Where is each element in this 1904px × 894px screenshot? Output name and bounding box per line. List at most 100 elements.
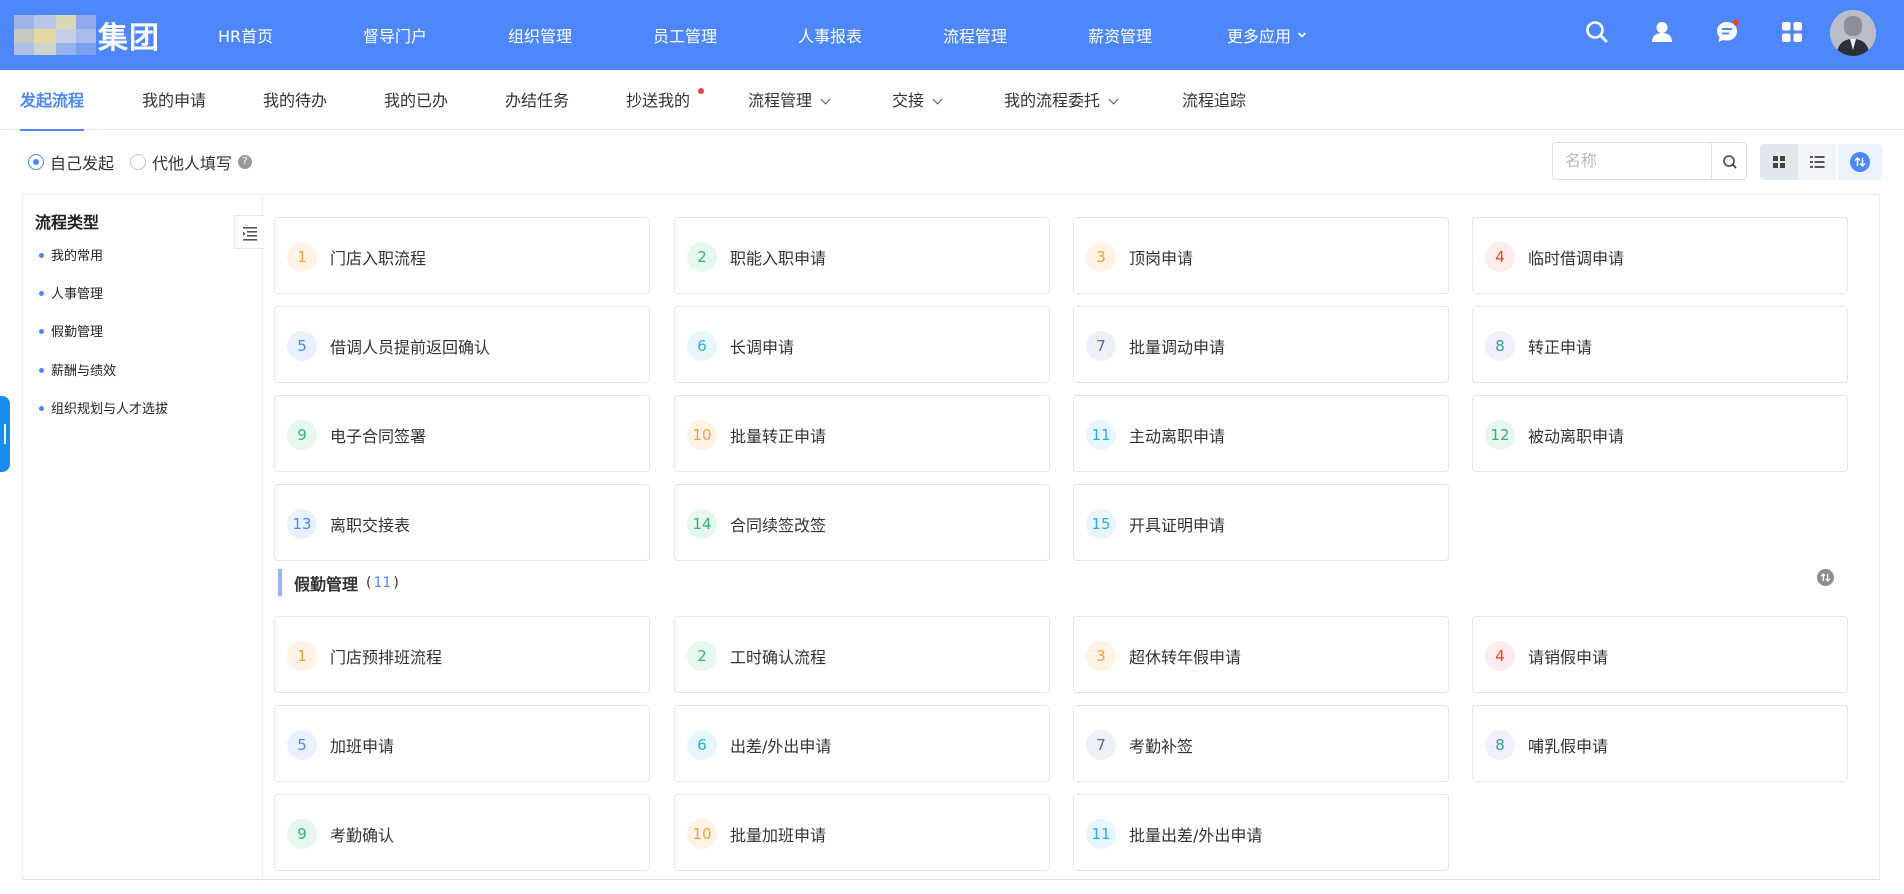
help-icon[interactable]: ?: [238, 155, 253, 169]
sidebar-item-label: 组织规划与人才选拔: [51, 402, 169, 417]
sort-button[interactable]: [1838, 144, 1882, 180]
process-card[interactable]: 3 顶岗申请: [1073, 217, 1449, 294]
list-view-button[interactable]: [1798, 144, 1836, 180]
sort-icon: [1850, 152, 1870, 172]
sidebar-item-hr[interactable]: 人事管理: [39, 283, 103, 302]
search-icon[interactable]: [1584, 19, 1610, 45]
nav-employee-management[interactable]: 员工管理: [653, 0, 798, 70]
card-number: 10: [687, 420, 717, 450]
process-card[interactable]: 8 转正申请: [1472, 306, 1848, 383]
initiator-radio-group: 自己发起 代他人填写 ?: [28, 150, 253, 174]
chevron-down-icon: [820, 94, 831, 105]
card-number: 10: [687, 819, 717, 849]
search-icon: [1723, 155, 1737, 169]
nav-hr-reports[interactable]: 人事报表: [798, 0, 943, 70]
tab-process-tracking[interactable]: 流程追踪: [1182, 70, 1246, 130]
top-navbar: 集团 HR首页 督导门户 组织管理 员工管理 人事报表 流程管理 薪资管理 更多…: [0, 0, 1904, 70]
tab-label: 我的待办: [263, 91, 328, 110]
tab-cc-to-me[interactable]: 抄送我的: [626, 70, 704, 130]
process-card[interactable]: 7 考勤补签: [1073, 705, 1449, 782]
card-number: 2: [687, 242, 717, 272]
avatar[interactable]: [1830, 10, 1876, 56]
card-label: 门店预排班流程: [330, 648, 443, 667]
card-label: 电子合同签署: [330, 427, 427, 446]
sidebar-item-favorites[interactable]: 我的常用: [39, 245, 103, 264]
process-card[interactable]: 15 开具证明申请: [1073, 484, 1449, 561]
card-label: 借调人员提前返回确认: [330, 338, 491, 357]
process-card[interactable]: 5 借调人员提前返回确认: [274, 306, 650, 383]
process-card[interactable]: 10 批量转正申请: [674, 395, 1050, 472]
card-label: 离职交接表: [330, 516, 411, 535]
process-card[interactable]: 1 门店入职流程: [274, 217, 650, 294]
tab-process-management[interactable]: 流程管理: [748, 70, 831, 130]
tab-label: 流程追踪: [1182, 91, 1247, 110]
card-label: 出差/外出申请: [730, 737, 832, 756]
process-card[interactable]: 1 门店预排班流程: [274, 616, 650, 693]
card-label: 被动离职申请: [1528, 427, 1625, 446]
tab-start-process[interactable]: 发起流程: [20, 70, 85, 131]
process-card[interactable]: 2 工时确认流程: [674, 616, 1050, 693]
card-number: 15: [1086, 509, 1116, 539]
process-card[interactable]: 2 职能入职申请: [674, 217, 1050, 294]
search-input[interactable]: 名称: [1552, 142, 1712, 180]
tab-my-done[interactable]: 我的已办: [384, 70, 448, 130]
nav-supervisor-portal[interactable]: 督导门户: [363, 0, 508, 70]
sidebar-item-compensation[interactable]: 薪酬与绩效: [39, 360, 116, 379]
radio-proxy[interactable]: [130, 154, 147, 170]
chat-icon[interactable]: [1714, 19, 1740, 45]
process-card[interactable]: 6 长调申请: [674, 306, 1050, 383]
card-label: 临时借调申请: [1528, 249, 1625, 268]
chevron-down-icon: [932, 94, 943, 105]
nav-process-management[interactable]: 流程管理: [943, 0, 1088, 70]
nav-org-management[interactable]: 组织管理: [508, 0, 653, 70]
chevron-down-icon: [1108, 94, 1119, 105]
card-number: 3: [1086, 242, 1116, 272]
section-accent-bar: [278, 569, 282, 596]
tab-my-applications[interactable]: 我的申请: [142, 70, 206, 130]
tab-my-todo[interactable]: 我的待办: [263, 70, 327, 130]
process-card[interactable]: 6 出差/外出申请: [674, 705, 1050, 782]
card-number: 2: [687, 641, 717, 671]
tab-my-delegations[interactable]: 我的流程委托: [1004, 70, 1119, 130]
sidebar-item-label: 薪酬与绩效: [51, 364, 117, 379]
company-logo[interactable]: 集团: [14, 15, 160, 56]
process-card[interactable]: 10 批量加班申请: [674, 794, 1050, 871]
card-label: 主动离职申请: [1129, 427, 1226, 446]
sidebar-collapse-button[interactable]: [234, 215, 264, 249]
card-number: 7: [1086, 331, 1116, 361]
nav-payroll-management[interactable]: 薪资管理: [1088, 0, 1227, 70]
side-drawer-handle[interactable]: [0, 396, 10, 472]
nav-more-apps[interactable]: 更多应用: [1227, 0, 1327, 70]
process-card[interactable]: 3 超休转年假申请: [1073, 616, 1449, 693]
main-nav: HR首页 督导门户 组织管理 员工管理 人事报表 流程管理 薪资管理 更多应用: [218, 0, 1327, 70]
tab-handover[interactable]: 交接: [892, 70, 943, 130]
collapse-menu-icon: [243, 227, 257, 241]
process-card[interactable]: 4 临时借调申请: [1472, 217, 1848, 294]
search-button[interactable]: [1711, 142, 1747, 180]
process-card[interactable]: 12 被动离职申请: [1472, 395, 1848, 472]
sidebar-item-org-talent[interactable]: 组织规划与人才选拔: [39, 398, 168, 417]
process-card[interactable]: 9 电子合同签署: [274, 395, 650, 472]
process-card[interactable]: 7 批量调动申请: [1073, 306, 1449, 383]
nav-label: 督导门户: [363, 27, 428, 46]
process-card[interactable]: 5 加班申请: [274, 705, 650, 782]
process-card[interactable]: 13 离职交接表: [274, 484, 650, 561]
process-card[interactable]: 8 哺乳假申请: [1472, 705, 1848, 782]
apps-icon[interactable]: [1779, 19, 1805, 45]
user-icon[interactable]: [1649, 19, 1675, 45]
section-sort-icon[interactable]: [1817, 569, 1834, 586]
process-card[interactable]: 4 请销假申请: [1472, 616, 1848, 693]
process-card[interactable]: 14 合同续签改签: [674, 484, 1050, 561]
nav-label: 员工管理: [653, 27, 718, 46]
sidebar-item-attendance[interactable]: 假勤管理: [39, 321, 103, 340]
grid-view-button[interactable]: [1760, 144, 1798, 180]
process-card[interactable]: 11 批量出差/外出申请: [1073, 794, 1449, 871]
card-number: 3: [1086, 641, 1116, 671]
grid-icon: [1773, 156, 1785, 168]
tab-completed-tasks[interactable]: 办结任务: [505, 70, 569, 130]
process-card[interactable]: 9 考勤确认: [274, 794, 650, 871]
radio-self[interactable]: [28, 154, 44, 170]
process-card[interactable]: 11 主动离职申请: [1073, 395, 1449, 472]
nav-hr-home[interactable]: HR首页: [218, 0, 363, 70]
logo-mosaic: [14, 15, 96, 55]
